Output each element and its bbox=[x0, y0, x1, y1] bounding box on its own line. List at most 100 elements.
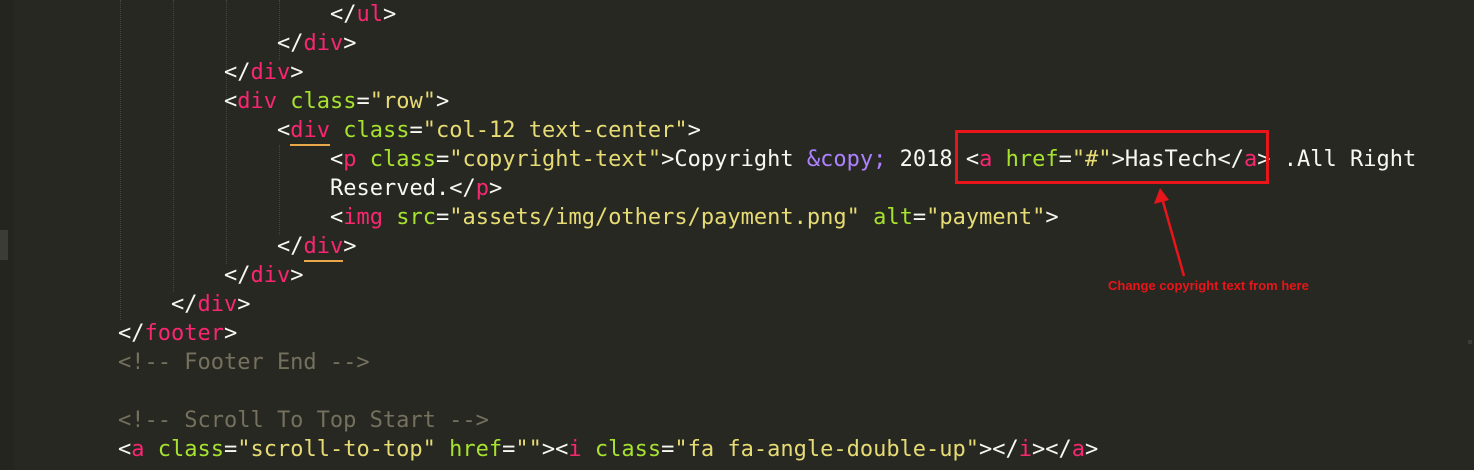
token: > bbox=[383, 2, 397, 27]
token-tag: div bbox=[250, 60, 291, 85]
code-line-9[interactable]: </div> bbox=[277, 232, 357, 262]
token-attr: class bbox=[594, 437, 662, 462]
token: > bbox=[488, 176, 503, 201]
code-line-8[interactable]: <img src="assets/img/others/payment.png"… bbox=[330, 203, 1059, 232]
token: < bbox=[277, 118, 291, 143]
token-text: .All Right bbox=[1270, 147, 1417, 172]
token: > bbox=[979, 437, 993, 462]
token: </ bbox=[992, 437, 1019, 462]
scrollbar-marker[interactable] bbox=[1468, 340, 1472, 344]
token-tag: img bbox=[343, 205, 383, 230]
token-string: "copyright-text" bbox=[449, 147, 662, 172]
token-tag: p bbox=[343, 147, 357, 172]
token-string: "payment" bbox=[926, 205, 1046, 230]
token: > bbox=[290, 60, 304, 85]
token-tag: div bbox=[303, 31, 344, 56]
token-comment: <!-- Footer End --> bbox=[118, 350, 370, 375]
token-string: "row" bbox=[369, 89, 436, 114]
code-line-4[interactable]: <div class="row"> bbox=[224, 87, 449, 116]
code-line-11[interactable]: </div> bbox=[171, 290, 251, 319]
token: > bbox=[1045, 205, 1059, 230]
token: > bbox=[687, 118, 701, 143]
token: < bbox=[555, 437, 569, 462]
token: = bbox=[661, 437, 675, 462]
token: = bbox=[409, 118, 423, 143]
token-tag: div bbox=[197, 292, 238, 317]
indent-guide bbox=[120, 0, 121, 320]
token: < bbox=[330, 205, 344, 230]
token: </ bbox=[277, 234, 304, 259]
token-string: "fa fa-angle-double-up" bbox=[674, 437, 980, 462]
token-tag: i bbox=[568, 437, 582, 462]
code-line-5[interactable]: <div class="col-12 text-center"> bbox=[277, 116, 701, 146]
code-line-13[interactable]: <!-- Footer End --> bbox=[118, 348, 370, 377]
highlight-box bbox=[955, 130, 1269, 184]
token: = bbox=[502, 437, 516, 462]
code-line-3[interactable]: </div> bbox=[224, 58, 304, 87]
code-line-12[interactable]: </footer> bbox=[118, 319, 237, 348]
token: </ bbox=[330, 2, 357, 27]
indent-guide bbox=[173, 0, 174, 292]
code-line-15[interactable]: <!-- Scroll To Top Start --> bbox=[118, 406, 489, 435]
code-line-7[interactable]: Reserved.</p> bbox=[330, 174, 502, 203]
token: = bbox=[435, 147, 450, 172]
token-string: "assets/img/others/payment.png" bbox=[449, 205, 860, 230]
token: > bbox=[223, 321, 238, 346]
token-text: Copyright bbox=[674, 147, 807, 172]
token-text: Reserved. bbox=[330, 176, 450, 201]
token-attr: src bbox=[396, 205, 436, 230]
token-string: "col-12 text-center" bbox=[422, 118, 688, 143]
token: </ bbox=[171, 292, 198, 317]
token-tag: div bbox=[250, 263, 291, 288]
token: > bbox=[290, 263, 304, 288]
token: > bbox=[1085, 437, 1099, 462]
arrow-icon bbox=[1154, 188, 1186, 277]
token: </ bbox=[449, 176, 476, 201]
token: </ bbox=[1045, 437, 1072, 462]
token-attr: href bbox=[449, 437, 503, 462]
token: </ bbox=[118, 321, 145, 346]
token: > bbox=[541, 437, 556, 462]
token: = bbox=[436, 205, 450, 230]
code-line-2[interactable]: </div> bbox=[277, 29, 357, 58]
token-attr: alt bbox=[873, 205, 913, 230]
token-attr: class bbox=[343, 118, 410, 143]
token: > bbox=[343, 31, 357, 56]
token: > bbox=[343, 234, 357, 259]
code-line-10[interactable]: </div> bbox=[224, 261, 304, 290]
token: </ bbox=[224, 263, 251, 288]
token-attr: class bbox=[290, 89, 357, 114]
token-attr: class bbox=[157, 437, 224, 462]
token-tag-matched: div bbox=[290, 118, 330, 146]
token: > bbox=[1032, 437, 1046, 462]
token-tag: a bbox=[1071, 437, 1086, 462]
code-line-16[interactable]: <a class="scroll-to-top" href=""><i clas… bbox=[118, 435, 1098, 464]
annotation-text: Change copyright text from here bbox=[1108, 278, 1309, 293]
token-tag: ul bbox=[356, 2, 384, 27]
token: = bbox=[912, 205, 927, 230]
token: = bbox=[356, 89, 370, 114]
token: < bbox=[330, 147, 344, 172]
indent-guide bbox=[226, 0, 227, 264]
token: > bbox=[661, 147, 675, 172]
token: </ bbox=[224, 60, 251, 85]
gutter-line-marker bbox=[0, 230, 8, 260]
token-tag: a bbox=[131, 437, 145, 462]
token-tag: i bbox=[1018, 437, 1033, 462]
token-tag-matched: div bbox=[303, 234, 344, 262]
token-string: "scroll-to-top" bbox=[237, 437, 436, 462]
token: > bbox=[435, 89, 450, 114]
token-comment: <!-- Scroll To Top Start --> bbox=[118, 408, 489, 433]
token: < bbox=[224, 89, 238, 114]
token-attr: class bbox=[369, 147, 436, 172]
token-entity: &copy; bbox=[806, 147, 887, 172]
token-tag: footer bbox=[144, 321, 224, 346]
token-tag: p bbox=[475, 176, 489, 201]
token: = bbox=[223, 437, 238, 462]
token: > bbox=[237, 292, 251, 317]
token: </ bbox=[277, 31, 304, 56]
code-line-1[interactable]: </ul> bbox=[330, 0, 396, 29]
indent-guide bbox=[279, 145, 280, 235]
code-editor[interactable]: </ul> </div> </div> <div class="row"> <d… bbox=[0, 0, 1474, 470]
token-string: "" bbox=[515, 437, 542, 462]
